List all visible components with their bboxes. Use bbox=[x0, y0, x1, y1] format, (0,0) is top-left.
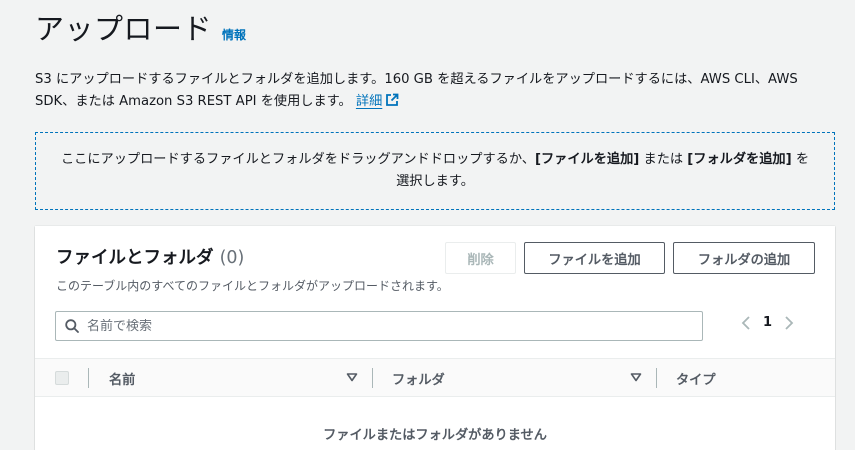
chevron-right-icon[interactable] bbox=[784, 315, 794, 330]
column-header-folder[interactable]: フォルダ bbox=[392, 369, 445, 388]
title-row: アップロード 情報 bbox=[35, 6, 246, 48]
drop-zone-text: ここにアップロードするファイルとフォルダをドラッグアンドドロップするか、[ファイ… bbox=[56, 149, 814, 193]
column-header-name[interactable]: 名前 bbox=[109, 369, 135, 388]
learn-more-link[interactable]: 詳細 bbox=[356, 94, 382, 109]
page-description: S3 にアップロードするファイルとフォルダを追加します。160 GB を超えるフ… bbox=[35, 69, 840, 113]
drop-zone-add-files: [ファイルを追加] bbox=[534, 152, 640, 167]
panel-subtitle: このテーブル内のすべてのファイルとフォルダがアップロードされます。 bbox=[56, 279, 449, 293]
delete-button[interactable]: 削除 bbox=[445, 242, 516, 274]
column-separator bbox=[656, 368, 657, 388]
empty-state-text: ファイルまたはフォルダがありません bbox=[323, 428, 547, 443]
drop-zone[interactable]: ここにアップロードするファイルとフォルダをドラッグアンドドロップするか、[ファイ… bbox=[35, 132, 835, 210]
column-header-type[interactable]: タイプ bbox=[676, 369, 716, 388]
select-all-checkbox[interactable] bbox=[55, 371, 69, 385]
table-header: 名前 フォルダ タイプ bbox=[35, 358, 835, 397]
column-separator bbox=[372, 368, 373, 388]
drop-zone-add-folder: [フォルダを追加] bbox=[687, 152, 792, 167]
drop-zone-prefix: ここにアップロードするファイルとフォルダをドラッグアンドドロップするか、 bbox=[60, 152, 535, 167]
upload-page: アップロード 情報 S3 にアップロードするファイルとフォルダを追加します。16… bbox=[0, 0, 855, 450]
search-icon bbox=[65, 319, 79, 333]
search-input[interactable] bbox=[87, 318, 667, 334]
sort-down-icon[interactable] bbox=[630, 371, 642, 383]
current-page[interactable]: 1 bbox=[763, 315, 772, 330]
panel-count: (0) bbox=[219, 248, 245, 268]
page-title: アップロード bbox=[35, 12, 213, 46]
drop-zone-middle: または bbox=[639, 152, 688, 167]
panel-title: ファイルとフォルダ (0) bbox=[56, 244, 244, 269]
description-text: S3 にアップロードするファイルとフォルダを追加します。160 GB を超えるフ… bbox=[35, 72, 798, 109]
external-link-icon[interactable] bbox=[385, 93, 399, 107]
add-folder-button[interactable]: フォルダの追加 bbox=[673, 242, 815, 274]
add-files-button[interactable]: ファイルを追加 bbox=[524, 242, 665, 274]
pagination: 1 bbox=[741, 315, 794, 330]
chevron-left-icon[interactable] bbox=[741, 315, 751, 330]
files-folders-panel: ファイルとフォルダ (0) このテーブル内のすべてのファイルとフォルダがアップロ… bbox=[35, 226, 835, 450]
info-link[interactable]: 情報 bbox=[222, 26, 246, 43]
column-separator bbox=[88, 368, 89, 388]
panel-title-text: ファイルとフォルダ bbox=[56, 248, 214, 268]
learn-more-label: 詳細 bbox=[355, 94, 383, 109]
sort-down-icon[interactable] bbox=[346, 371, 358, 383]
search-box[interactable] bbox=[55, 311, 703, 341]
